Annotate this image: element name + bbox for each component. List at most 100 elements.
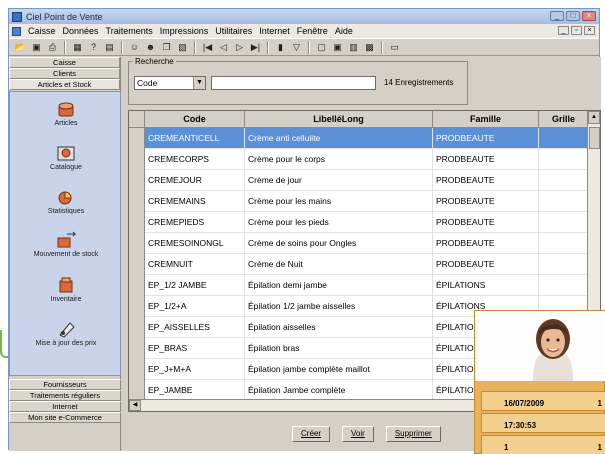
row-selector[interactable] (129, 170, 145, 191)
minimize-button[interactable]: _ (550, 11, 564, 21)
sidebar-item-catalogue[interactable]: Catalogue (10, 144, 122, 171)
sidebar-tab-clients[interactable]: Clients (9, 68, 120, 79)
cell-famille[interactable]: PRODBEAUTE (433, 212, 539, 233)
cell-libelle[interactable]: Crème de jour (245, 170, 433, 191)
cell-famille[interactable]: PRODBEAUTE (433, 170, 539, 191)
copy-icon[interactable]: ❐ (159, 40, 174, 54)
cell-code[interactable]: CREMEPIEDS (145, 212, 245, 233)
column-header-libelle[interactable]: LibelléLong (245, 111, 433, 128)
calculator-icon[interactable]: ▦ (70, 40, 85, 54)
sidebar-tab-traitements-reguliers[interactable]: Traitements réguliers (9, 390, 121, 401)
next-record-icon[interactable]: ▷ (232, 40, 247, 54)
column-header-grille[interactable]: Grille (539, 111, 589, 128)
sidebar-item-statistiques[interactable]: Statistiques (10, 188, 122, 215)
doc-restore-button[interactable]: ▫ (571, 26, 582, 35)
cell-code[interactable]: EP_1/2+A (145, 296, 245, 317)
menu-caisse[interactable]: Caisse (28, 26, 56, 36)
search-field-select[interactable]: Code ▼ (134, 76, 206, 90)
sidebar-tab-articles-et-stock[interactable]: Articles et Stock (9, 79, 120, 90)
tile-icon[interactable]: ▥ (346, 40, 361, 54)
menu-internet[interactable]: Internet (259, 26, 290, 36)
chevron-down-icon[interactable]: ▼ (193, 77, 205, 89)
cell-libelle[interactable]: Épilation 1/2 jambe aisselles (245, 296, 433, 317)
users-icon[interactable]: ☻ (143, 40, 158, 54)
close-button[interactable]: × (582, 11, 596, 21)
doc-close-button[interactable]: × (584, 26, 595, 35)
print-icon[interactable]: ⎙ (45, 40, 60, 54)
sidebar-item-inventaire[interactable]: Inventaire (10, 276, 122, 303)
maximize-button[interactable]: □ (566, 11, 580, 21)
table-row[interactable]: EP_1/2 JAMBE Épilation demi jambe ÉPILATIO… (129, 275, 589, 296)
filter-icon[interactable]: ▽ (289, 40, 304, 54)
cell-libelle[interactable]: Crème de soins pour Ongles (245, 233, 433, 254)
cell-code[interactable]: EP_AISSELLES (145, 317, 245, 338)
cell-code[interactable]: EP_JAMBE (145, 380, 245, 401)
cell-libelle[interactable]: Épilation bras (245, 338, 433, 359)
menu-utilitaires[interactable]: Utilitaires (215, 26, 252, 36)
last-record-icon[interactable]: ▶| (248, 40, 263, 54)
first-record-icon[interactable]: |◀ (200, 40, 215, 54)
row-selector[interactable] (129, 149, 145, 170)
menu-donnees[interactable]: Données (63, 26, 99, 36)
table-row[interactable]: CREMECORPS Crème pour le corps PRODBEAUTE (129, 149, 589, 170)
cell-libelle[interactable]: Crème de Nuit (245, 254, 433, 275)
menu-impressions[interactable]: Impressions (160, 26, 209, 36)
cell-grille[interactable] (539, 149, 589, 170)
cell-famille[interactable]: PRODBEAUTE (433, 128, 539, 149)
sidebar-tab-caisse[interactable]: Caisse (9, 57, 120, 68)
sidebar-item-articles[interactable]: Articles (10, 100, 122, 127)
cell-libelle[interactable]: Épilation demi jambe (245, 275, 433, 296)
cell-code[interactable]: CREMNUIT (145, 254, 245, 275)
cell-grille[interactable] (539, 191, 589, 212)
row-selector[interactable] (129, 275, 145, 296)
cell-grille[interactable] (539, 233, 589, 254)
row-selector[interactable] (129, 254, 145, 275)
cell-code[interactable]: EP_J+M+A (145, 359, 245, 380)
sidebar-item-mise-a-jour-des-prix[interactable]: Mise à jour des prix (10, 320, 122, 347)
table-row[interactable]: CREMEMAINS Crème pour les mains PRODBEAUTE (129, 191, 589, 212)
row-selector[interactable] (129, 296, 145, 317)
cell-grille[interactable] (539, 275, 589, 296)
scroll-left-icon[interactable]: ◀ (129, 400, 141, 411)
help-icon[interactable]: ? (86, 40, 101, 54)
arrange-icon[interactable]: ▩ (362, 40, 377, 54)
delete-button[interactable]: Supprimer (385, 426, 441, 442)
cell-code[interactable]: EP_1/2 JAMBE (145, 275, 245, 296)
window-icon[interactable]: ▢ (314, 40, 329, 54)
row-selector[interactable] (129, 233, 145, 254)
row-selector[interactable] (129, 380, 145, 401)
cascade-icon[interactable]: ▣ (330, 40, 345, 54)
row-selector[interactable] (129, 359, 145, 380)
cell-famille[interactable]: PRODBEAUTE (433, 149, 539, 170)
open-icon[interactable]: 📂 (13, 40, 28, 54)
doc-minimize-button[interactable]: _ (558, 26, 569, 35)
cell-libelle[interactable]: Épilation jambe complète maillot (245, 359, 433, 380)
previous-record-icon[interactable]: ◁ (216, 40, 231, 54)
cell-libelle[interactable]: Crème pour les mains (245, 191, 433, 212)
cell-famille[interactable]: PRODBEAUTE (433, 191, 539, 212)
cell-code[interactable]: CREMEMAINS (145, 191, 245, 212)
table-row[interactable]: CREMESOINONGL Crème de soins pour Ongles P… (129, 233, 589, 254)
table-row[interactable]: CREMEANTICELL Crème anti cellulite PRODBEA… (129, 128, 589, 149)
cell-libelle[interactable]: Crème pour le corps (245, 149, 433, 170)
cell-famille[interactable]: PRODBEAUTE (433, 233, 539, 254)
sidebar-tab-fournisseurs[interactable]: Fournisseurs (9, 379, 121, 390)
cell-grille[interactable] (539, 254, 589, 275)
row-selector[interactable] (129, 338, 145, 359)
bookmark-icon[interactable]: ▮ (273, 40, 288, 54)
cell-code[interactable]: EP_BRAS (145, 338, 245, 359)
cell-libelle[interactable]: Épilation aisselles (245, 317, 433, 338)
save-icon[interactable]: ▣ (29, 40, 44, 54)
row-selector[interactable] (129, 317, 145, 338)
sidebar-tab-mon-site-e-commerce[interactable]: Mon site e-Commerce (9, 412, 121, 423)
cell-grille[interactable] (539, 128, 589, 149)
cell-libelle[interactable]: Crème anti cellulite (245, 128, 433, 149)
row-selector[interactable] (129, 128, 145, 149)
cell-famille[interactable]: PRODBEAUTE (433, 254, 539, 275)
cell-code[interactable]: CREMEANTICELL (145, 128, 245, 149)
menu-traitements[interactable]: Traitements (106, 26, 153, 36)
menu-aide[interactable]: Aide (335, 26, 353, 36)
scroll-thumb[interactable] (589, 127, 600, 149)
scroll-up-icon[interactable]: ▲ (588, 111, 600, 124)
table-row[interactable]: CREMEPIEDS Crème pour les pieds PRODBEAUTE (129, 212, 589, 233)
